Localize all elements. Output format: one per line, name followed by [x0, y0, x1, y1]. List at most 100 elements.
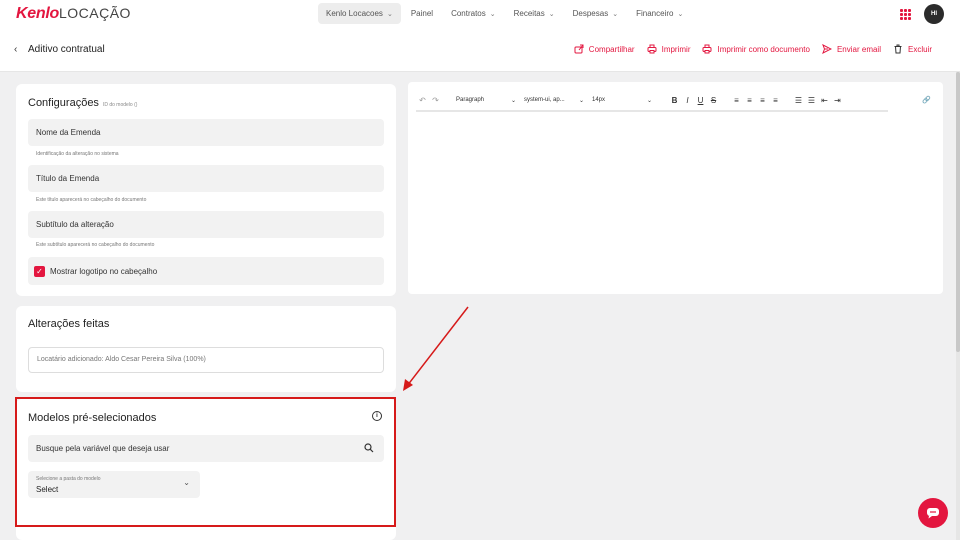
config-title: Configurações ID do modelo (): [28, 97, 137, 109]
align-left-icon[interactable]: ≡: [730, 93, 743, 107]
printer-icon: [647, 44, 657, 54]
chevron-down-icon: ⌄: [386, 10, 393, 18]
nav-receitas[interactable]: Receitas ⌄: [506, 3, 563, 24]
config-title-text: Configurações: [28, 97, 99, 109]
outdent-icon[interactable]: ⇤: [818, 93, 831, 107]
amendment-title-field[interactable]: Título da Emenda: [28, 165, 384, 192]
undo-icon[interactable]: ↶: [416, 93, 429, 107]
models-panel: Modelos pré-selecionados i Busque pela v…: [16, 399, 396, 540]
header-actions: Compartilhar Imprimir Imprimir como docu…: [574, 44, 932, 54]
send-email-label: Enviar email: [836, 44, 881, 54]
chevron-down-icon: ⌄: [183, 478, 190, 487]
bullet-list-icon[interactable]: ☰: [792, 93, 805, 107]
logo-brand: Kenlo: [16, 5, 59, 22]
folder-select-value: Select: [36, 485, 59, 494]
numbered-list-icon[interactable]: ☰: [805, 93, 818, 107]
field-hint: Este título aparecerá no cabeçalho do do…: [36, 197, 147, 203]
changes-value: Locatário adicionado: Aldo Cesar Pereira…: [37, 356, 206, 363]
field-label: Título da Emenda: [36, 174, 100, 183]
share-label: Compartilhar: [588, 44, 635, 54]
main-nav: Kenlo Locacoes ⌄ Painel Contratos ⌄ Receit…: [318, 3, 691, 24]
config-panel: Configurações ID do modelo () Nome da Eme…: [16, 84, 396, 296]
avatar[interactable]: HI: [924, 4, 944, 24]
back-chevron-icon[interactable]: ‹: [14, 44, 17, 55]
checkbox-label: Mostrar logotipo no cabeçalho: [50, 266, 158, 276]
page-scrollbar[interactable]: [956, 72, 960, 540]
share-icon: [574, 44, 584, 54]
justify-icon[interactable]: ≡: [769, 93, 782, 107]
chevron-down-icon: ⌄: [510, 97, 516, 104]
rich-text-editor[interactable]: ↶ ↷ Paragraph ⌄ system-ui, ap... ⌄ 14px ⌄ B…: [408, 82, 943, 294]
folder-select-label: Selecione a pasta do modelo: [36, 476, 101, 482]
nav-label: Receitas: [513, 9, 545, 18]
italic-button[interactable]: I: [681, 93, 694, 107]
model-folder-select[interactable]: Selecione a pasta do modelo Select ⌄: [28, 471, 200, 498]
chevron-down-icon: ⌄: [489, 10, 496, 18]
model-id-label: ID do modelo (): [102, 102, 138, 108]
nav-label: Kenlo Locacoes: [326, 9, 383, 18]
font-family-value: system-ui, ap...: [524, 97, 565, 103]
models-title: Modelos pré-selecionados: [28, 412, 157, 424]
amendment-name-field[interactable]: Nome da Emenda: [28, 119, 384, 146]
print-as-document-button[interactable]: Imprimir como documento: [702, 44, 810, 54]
link-icon[interactable]: 🔗: [920, 93, 933, 107]
delete-button[interactable]: Excluir: [893, 44, 932, 54]
variable-search-input[interactable]: Busque pela variável que deseja usar: [28, 435, 384, 462]
print-doc-label: Imprimir como documento: [717, 44, 810, 54]
editor-content-area[interactable]: [416, 116, 935, 286]
amendment-subtitle-field[interactable]: Subtítulo da alteração: [28, 211, 384, 238]
print-button[interactable]: Imprimir: [647, 44, 691, 54]
printer-icon: [702, 44, 712, 54]
redo-icon[interactable]: ↷: [429, 93, 442, 107]
changes-field[interactable]: Locatário adicionado: Aldo Cesar Pereira…: [28, 347, 384, 373]
block-format-value: Paragraph: [456, 97, 485, 103]
chevron-down-icon: ⌄: [548, 10, 555, 18]
chevron-down-icon: ⌄: [646, 97, 652, 104]
field-label: Nome da Emenda: [36, 128, 101, 137]
align-center-icon[interactable]: ≡: [743, 93, 756, 107]
changes-panel: Alterações feitas Locatário adicionado: …: [16, 306, 396, 392]
share-button[interactable]: Compartilhar: [574, 44, 635, 54]
checkbox-checked-icon[interactable]: ✓: [34, 265, 45, 277]
scrollbar-thumb[interactable]: [956, 72, 960, 352]
field-hint: Este subtítulo aparecerá no cabeçalho do…: [36, 242, 155, 248]
apps-grid-icon[interactable]: [900, 9, 911, 20]
underline-button[interactable]: U: [694, 93, 707, 107]
delete-label: Excluir: [907, 44, 932, 54]
search-icon[interactable]: [364, 443, 374, 453]
editor-toolbar: ↶ ↷ Paragraph ⌄ system-ui, ap... ⌄ 14px ⌄ B…: [416, 90, 888, 112]
nav-despesas[interactable]: Despesas ⌄: [565, 3, 626, 24]
font-family-select[interactable]: system-ui, ap... ⌄: [522, 93, 586, 107]
strikethrough-button[interactable]: S: [707, 93, 720, 107]
field-hint: Identificação da alteração no sistema: [36, 151, 119, 157]
top-navbar: KenloLOCAÇÃO Kenlo Locacoes ⌄ Painel Cont…: [0, 0, 960, 30]
nav-label: Despesas: [572, 9, 609, 18]
font-size-select[interactable]: 14px ⌄: [590, 93, 654, 107]
bold-button[interactable]: B: [668, 93, 681, 107]
nav-painel[interactable]: Painel: [403, 3, 441, 24]
chevron-down-icon: ⌄: [677, 10, 684, 18]
nav-label: Financeiro: [636, 9, 674, 18]
nav-kenlo-locacoes[interactable]: Kenlo Locacoes ⌄: [318, 3, 401, 24]
chat-icon: [927, 508, 939, 519]
align-right-icon[interactable]: ≡: [756, 93, 769, 107]
indent-icon[interactable]: ⇥: [831, 93, 844, 107]
chevron-down-icon: ⌄: [578, 97, 584, 104]
send-icon: [822, 44, 832, 54]
page-title: Aditivo contratual: [28, 44, 105, 55]
block-format-select[interactable]: Paragraph ⌄: [454, 93, 518, 107]
print-label: Imprimir: [661, 44, 691, 54]
show-logo-checkbox-row[interactable]: ✓ Mostrar logotipo no cabeçalho: [28, 257, 384, 285]
kenlo-logo[interactable]: KenloLOCAÇÃO: [16, 5, 131, 23]
trash-icon: [894, 44, 902, 54]
info-icon[interactable]: i: [372, 411, 382, 421]
nav-financeiro[interactable]: Financeiro ⌄: [628, 3, 691, 24]
chat-button[interactable]: [918, 498, 948, 528]
font-size-value: 14px: [592, 97, 606, 103]
search-placeholder: Busque pela variável que deseja usar: [36, 444, 170, 453]
chevron-down-icon: ⌄: [612, 10, 619, 18]
nav-contratos[interactable]: Contratos ⌄: [443, 3, 504, 24]
send-email-button[interactable]: Enviar email: [822, 44, 881, 54]
page-header: ‹ Aditivo contratual Compartilhar Imprim…: [0, 30, 960, 72]
nav-label: Contratos: [451, 9, 486, 18]
